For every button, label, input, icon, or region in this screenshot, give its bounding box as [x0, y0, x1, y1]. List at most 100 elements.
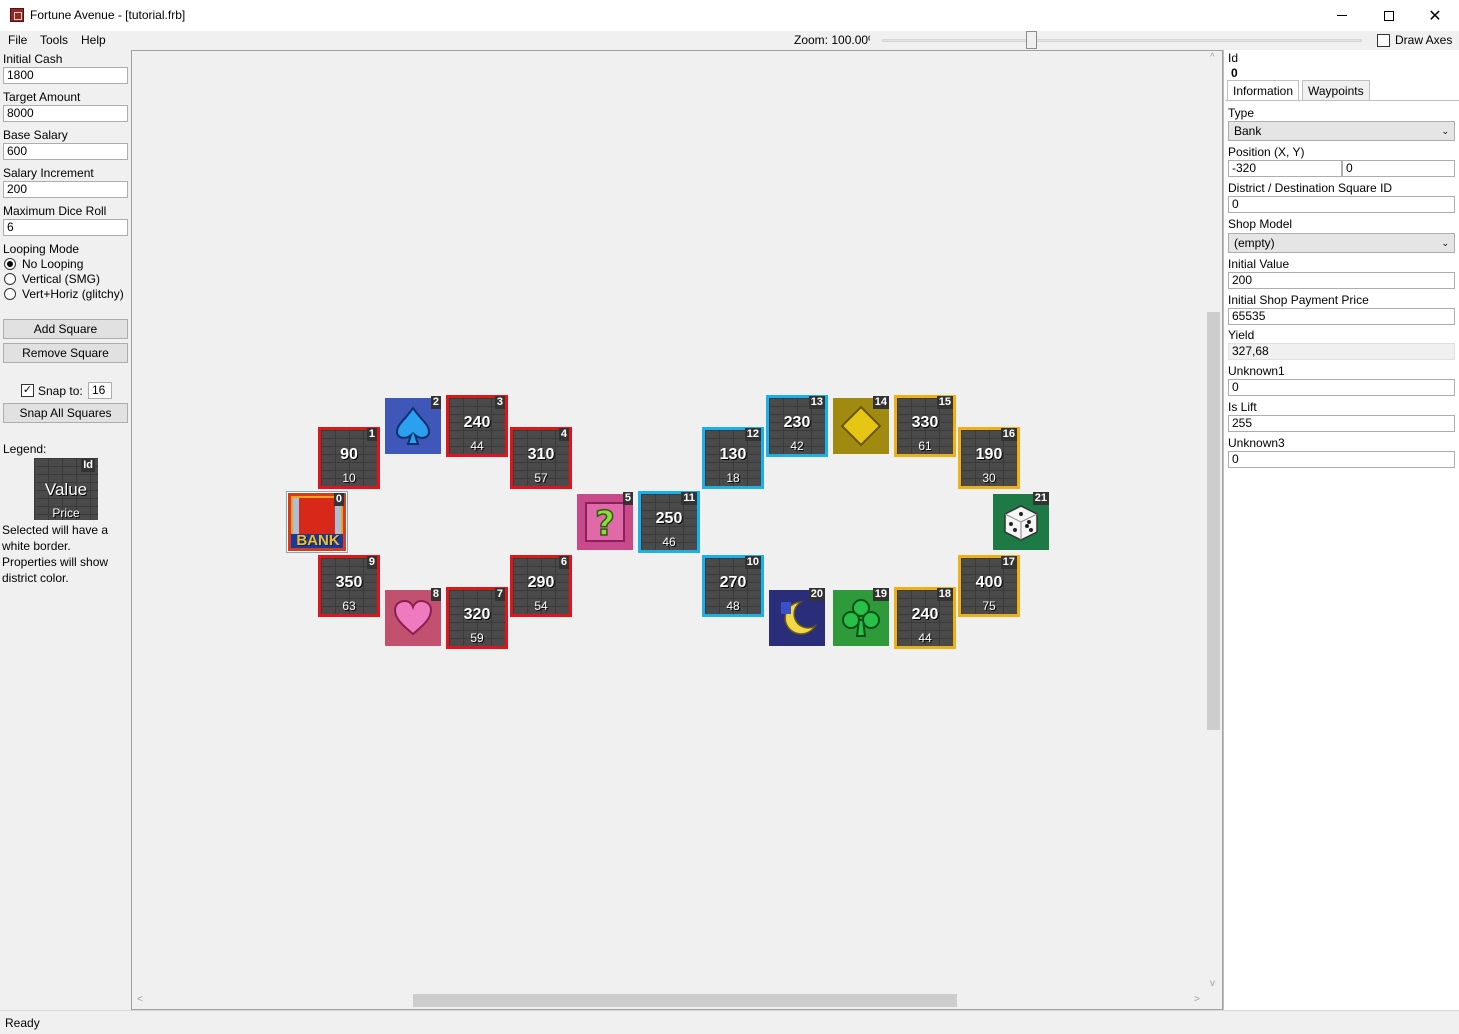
- zoom-slider-track[interactable]: [882, 39, 1362, 42]
- bank-label: BANK: [296, 532, 340, 549]
- board-square-6[interactable]: 290 54 6: [510, 555, 572, 617]
- square-price: 18: [726, 471, 740, 485]
- board-square-20[interactable]: 20: [766, 587, 828, 649]
- is-lift-input[interactable]: 255: [1228, 415, 1455, 432]
- max-dice-roll-input[interactable]: 6: [3, 219, 128, 236]
- looping-none-radio[interactable]: [4, 258, 16, 270]
- square-value: 320: [463, 606, 491, 623]
- looping-none-label[interactable]: No Looping: [22, 257, 83, 271]
- board-square-2[interactable]: 2: [382, 395, 444, 457]
- position-x-input[interactable]: -320: [1228, 160, 1342, 177]
- yield-label: Yield: [1228, 328, 1255, 342]
- board-square-10[interactable]: 270 48 10: [702, 555, 764, 617]
- board-square-14[interactable]: 14: [830, 395, 892, 457]
- base-salary-label: Base Salary: [3, 128, 68, 142]
- board-square-7[interactable]: 320 59 7: [446, 587, 508, 649]
- board-square-15[interactable]: 330 61 15: [894, 395, 956, 457]
- board-square-1[interactable]: 90 10 1: [318, 427, 380, 489]
- square-price: 10: [342, 471, 356, 485]
- square-price: 42: [790, 439, 804, 453]
- scroll-right-icon[interactable]: >: [1194, 994, 1200, 1005]
- initial-shop-payment-label: Initial Shop Payment Price: [1228, 293, 1369, 307]
- position-y-input[interactable]: 0: [1342, 160, 1455, 177]
- maximize-icon: [1384, 10, 1394, 21]
- district-input[interactable]: 0: [1228, 196, 1455, 213]
- type-select[interactable]: Bank ⌄: [1228, 121, 1455, 141]
- board-square-12[interactable]: 130 18 12: [702, 427, 764, 489]
- snap-value-input[interactable]: 16: [88, 382, 112, 399]
- square-value: 230: [783, 414, 811, 431]
- initial-cash-label: Initial Cash: [3, 52, 63, 66]
- board-square-18[interactable]: 240 44 18: [894, 587, 956, 649]
- draw-axes-checkbox[interactable]: [1377, 34, 1390, 47]
- square-price: 54: [534, 599, 548, 613]
- board-square-17[interactable]: 400 75 17: [958, 555, 1020, 617]
- board-square-21[interactable]: 21: [990, 491, 1052, 553]
- board-square-5[interactable]: ? 5: [574, 491, 636, 553]
- legend-desc-line: Selected will have a: [2, 523, 109, 537]
- shop-model-select[interactable]: (empty) ⌄: [1228, 233, 1455, 253]
- title-bar: Fortune Avenue - [tutorial.frb] ✕: [0, 0, 1459, 31]
- unknown3-label: Unknown3: [1228, 436, 1285, 450]
- remove-square-button[interactable]: Remove Square: [3, 343, 128, 363]
- board-square-0[interactable]: BANK 0: [286, 491, 348, 553]
- menu-help[interactable]: Help: [81, 33, 106, 47]
- board-square-8[interactable]: 8: [382, 587, 444, 649]
- square-price: 30: [982, 471, 996, 485]
- board-square-13[interactable]: 230 42 13: [766, 395, 828, 457]
- chevron-down-icon: ⌄: [1441, 126, 1449, 136]
- board-square-4[interactable]: 310 57 4: [510, 427, 572, 489]
- looping-vert-horiz-label[interactable]: Vert+Horiz (glitchy): [22, 287, 124, 301]
- legend-label: Legend:: [3, 442, 47, 456]
- snap-checkbox[interactable]: ✓: [21, 384, 34, 397]
- add-square-button[interactable]: Add Square: [3, 319, 128, 339]
- square-value: 190: [975, 446, 1003, 463]
- max-dice-roll-label: Maximum Dice Roll: [3, 204, 107, 218]
- square-price: 44: [470, 439, 484, 453]
- square-id: 13: [808, 396, 825, 409]
- square-value: 270: [719, 574, 747, 591]
- menu-file[interactable]: File: [8, 33, 27, 47]
- looping-mode-label: Looping Mode: [3, 242, 80, 256]
- base-salary-input[interactable]: 600: [3, 143, 128, 160]
- snap-all-squares-button[interactable]: Snap All Squares: [3, 403, 128, 423]
- menu-tools[interactable]: Tools: [40, 33, 68, 47]
- initial-value-input[interactable]: 200: [1228, 272, 1455, 289]
- square-id: 1: [366, 428, 377, 441]
- square-value: 330: [911, 414, 939, 431]
- minimize-button[interactable]: [1319, 0, 1365, 31]
- status-bar: Ready: [0, 1010, 1459, 1034]
- board-square-16[interactable]: 190 30 16: [958, 427, 1020, 489]
- scroll-left-icon[interactable]: <: [137, 994, 143, 1005]
- draw-axes-label: Draw Axes: [1395, 33, 1453, 47]
- initial-cash-input[interactable]: 1800: [3, 67, 128, 84]
- horizontal-scrollbar-thumb[interactable]: [413, 994, 957, 1007]
- board-square-9[interactable]: 350 63 9: [318, 555, 380, 617]
- tab-information[interactable]: Information: [1227, 80, 1300, 102]
- initial-shop-payment-input[interactable]: 65535: [1228, 308, 1455, 325]
- board-square-3[interactable]: 240 44 3: [446, 395, 508, 457]
- close-button[interactable]: ✕: [1412, 0, 1458, 31]
- square-id: 12: [744, 428, 761, 441]
- square-price: 59: [470, 631, 484, 645]
- unknown1-input[interactable]: 0: [1228, 379, 1455, 396]
- square-id: 7: [494, 588, 505, 601]
- scroll-down-icon[interactable]: v: [1210, 978, 1215, 989]
- salary-increment-input[interactable]: 200: [3, 181, 128, 198]
- zoom-slider-thumb[interactable]: [1026, 31, 1037, 49]
- is-lift-label: Is Lift: [1228, 400, 1257, 414]
- target-amount-input[interactable]: 8000: [3, 105, 128, 122]
- board-square-11[interactable]: 250 46 11: [638, 491, 700, 553]
- tab-waypoints[interactable]: Waypoints: [1302, 80, 1370, 101]
- scroll-up-icon[interactable]: ^: [1210, 52, 1215, 63]
- looping-vertical-radio[interactable]: [4, 273, 16, 285]
- app-icon: [10, 8, 24, 22]
- vertical-scrollbar-thumb[interactable]: [1207, 312, 1220, 730]
- maximize-button[interactable]: [1366, 0, 1412, 31]
- shop-model-value: (empty): [1234, 236, 1275, 250]
- looping-vertical-label[interactable]: Vertical (SMG): [22, 272, 100, 286]
- board-square-19[interactable]: 19: [830, 587, 892, 649]
- unknown3-input[interactable]: 0: [1228, 451, 1455, 468]
- type-value: Bank: [1234, 124, 1262, 138]
- looping-vert-horiz-radio[interactable]: [4, 288, 16, 300]
